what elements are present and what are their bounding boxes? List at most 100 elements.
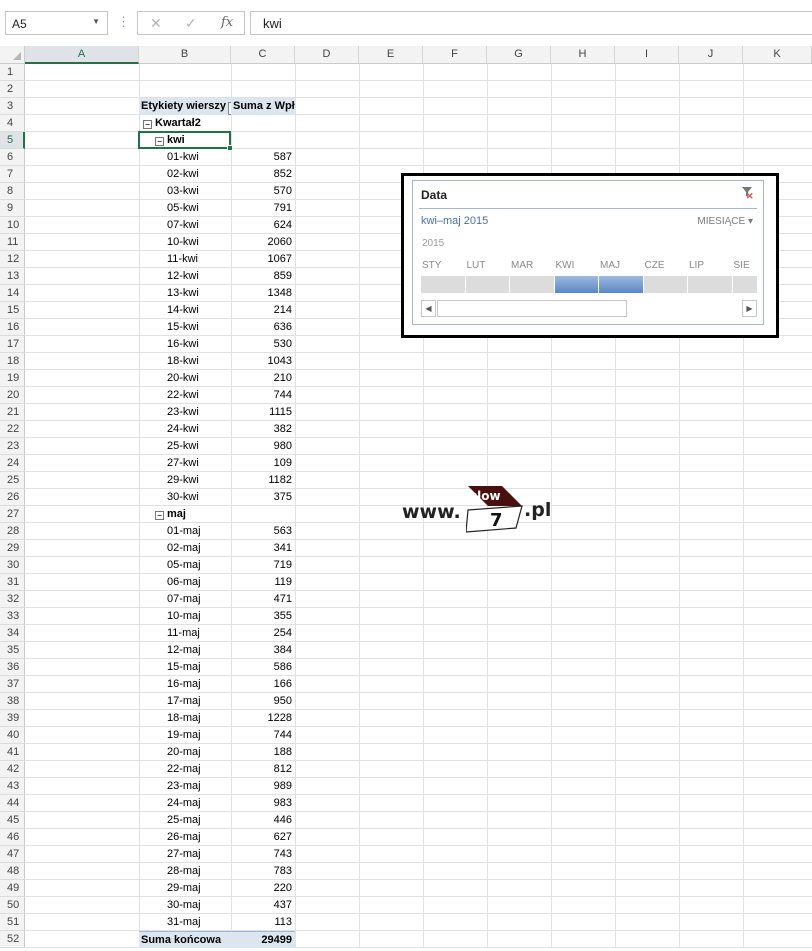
pivot-value-cell[interactable]: 989 — [231, 778, 295, 795]
row-header-22[interactable]: 22 — [0, 421, 25, 438]
pivot-value-cell[interactable]: 1043 — [231, 353, 295, 370]
column-header-e[interactable]: E — [359, 46, 423, 64]
pivot-date-cell[interactable]: 30-kwi — [139, 489, 231, 506]
pivot-value-cell[interactable]: 2060 — [231, 234, 295, 251]
scroll-right-icon[interactable]: ▶ — [742, 300, 757, 317]
row-header-7[interactable]: 7 — [0, 166, 25, 183]
pivot-quarter-label[interactable]: − Kwartał2 — [139, 115, 231, 132]
row-header-36[interactable]: 36 — [0, 659, 25, 676]
row-header-19[interactable]: 19 — [0, 370, 25, 387]
pivot-date-cell[interactable]: 01-maj — [139, 523, 231, 540]
pivot-value-cell[interactable]: 587 — [231, 149, 295, 166]
row-header-9[interactable]: 9 — [0, 200, 25, 217]
pivot-date-cell[interactable]: 16-kwi — [139, 336, 231, 353]
pivot-date-cell[interactable]: 24-kwi — [139, 421, 231, 438]
chevron-down-icon[interactable]: ▼ — [92, 17, 100, 26]
row-header-14[interactable]: 14 — [0, 285, 25, 302]
pivot-value-cell[interactable]: 983 — [231, 795, 295, 812]
pivot-value-cell[interactable]: 355 — [231, 608, 295, 625]
pivot-value-cell[interactable]: 384 — [231, 642, 295, 659]
pivot-value-cell[interactable]: 636 — [231, 319, 295, 336]
row-header-18[interactable]: 18 — [0, 353, 25, 370]
pivot-value-cell[interactable]: 563 — [231, 523, 295, 540]
row-header-31[interactable]: 31 — [0, 574, 25, 591]
pivot-date-cell[interactable]: 25-maj — [139, 812, 231, 829]
column-header-b[interactable]: B — [139, 46, 231, 64]
pivot-date-cell[interactable]: 18-maj — [139, 710, 231, 727]
row-header-21[interactable]: 21 — [0, 404, 25, 421]
pivot-value-cell[interactable]: 744 — [231, 387, 295, 404]
row-header-32[interactable]: 32 — [0, 591, 25, 608]
pivot-date-cell[interactable]: 05-kwi — [139, 200, 231, 217]
row-header-17[interactable]: 17 — [0, 336, 25, 353]
column-header-k[interactable]: K — [743, 46, 812, 64]
column-header-g[interactable]: G — [487, 46, 551, 64]
row-header-49[interactable]: 49 — [0, 880, 25, 897]
pivot-value-cell[interactable]: 1067 — [231, 251, 295, 268]
row-header-16[interactable]: 16 — [0, 319, 25, 336]
row-header-33[interactable]: 33 — [0, 608, 25, 625]
slicer-month-tile[interactable] — [465, 276, 510, 293]
row-header-23[interactable]: 23 — [0, 438, 25, 455]
pivot-value-cell[interactable]: 812 — [231, 761, 295, 778]
row-header-52[interactable]: 52 — [0, 931, 25, 948]
pivot-value-cell[interactable]: 980 — [231, 438, 295, 455]
pivot-value-cell[interactable]: 1182 — [231, 472, 295, 489]
pivot-date-cell[interactable]: 26-maj — [139, 829, 231, 846]
pivot-value-cell[interactable]: 166 — [231, 676, 295, 693]
row-header-26[interactable]: 26 — [0, 489, 25, 506]
collapse-icon[interactable]: − — [143, 120, 152, 129]
slicer-month-tile[interactable] — [643, 276, 688, 293]
pivot-date-cell[interactable]: 24-maj — [139, 795, 231, 812]
pivot-value-cell[interactable]: 254 — [231, 625, 295, 642]
pivot-value-cell[interactable]: 375 — [231, 489, 295, 506]
row-header-34[interactable]: 34 — [0, 625, 25, 642]
pivot-value-cell[interactable]: 783 — [231, 863, 295, 880]
column-header-a[interactable]: A — [25, 46, 139, 64]
slicer-month-tile[interactable] — [599, 276, 644, 293]
pivot-date-cell[interactable]: 29-maj — [139, 880, 231, 897]
pivot-value-cell[interactable]: 791 — [231, 200, 295, 217]
pivot-value-cell[interactable]: 859 — [231, 268, 295, 285]
pivot-date-cell[interactable]: 22-maj — [139, 761, 231, 778]
pivot-date-cell[interactable]: 18-kwi — [139, 353, 231, 370]
row-header-37[interactable]: 37 — [0, 676, 25, 693]
pivot-date-cell[interactable]: 02-maj — [139, 540, 231, 557]
pivot-date-cell[interactable]: 03-kwi — [139, 183, 231, 200]
pivot-value-cell[interactable]: 220 — [231, 880, 295, 897]
row-header-44[interactable]: 44 — [0, 795, 25, 812]
row-header-11[interactable]: 11 — [0, 234, 25, 251]
row-header-45[interactable]: 45 — [0, 812, 25, 829]
pivot-date-cell[interactable]: 25-kwi — [139, 438, 231, 455]
pivot-date-cell[interactable]: 10-maj — [139, 608, 231, 625]
pivot-value-cell[interactable]: 437 — [231, 897, 295, 914]
row-header-15[interactable]: 15 — [0, 302, 25, 319]
pivot-date-cell[interactable]: 31-maj — [139, 914, 231, 931]
pivot-date-cell[interactable]: 20-maj — [139, 744, 231, 761]
row-header-13[interactable]: 13 — [0, 268, 25, 285]
pivot-date-cell[interactable]: 07-kwi — [139, 217, 231, 234]
row-header-4[interactable]: 4 — [0, 115, 25, 132]
pivot-value-cell[interactable]: 446 — [231, 812, 295, 829]
row-header-40[interactable]: 40 — [0, 727, 25, 744]
pivot-value-cell[interactable]: 744 — [231, 727, 295, 744]
pivot-value-cell[interactable]: 113 — [231, 914, 295, 931]
pivot-date-cell[interactable]: 15-kwi — [139, 319, 231, 336]
column-header-c[interactable]: C — [231, 46, 295, 64]
timeline-slicer[interactable]: Data ✕ kwi–maj 2015 MIESIĄCE ▾ 2015 STY L… — [412, 180, 764, 325]
pivot-date-cell[interactable]: 15-maj — [139, 659, 231, 676]
row-header-51[interactable]: 51 — [0, 914, 25, 931]
pivot-value-cell[interactable]: 341 — [231, 540, 295, 557]
scroll-left-icon[interactable]: ◀ — [421, 300, 436, 317]
collapse-icon[interactable]: − — [155, 511, 164, 520]
pivot-date-cell[interactable]: 22-kwi — [139, 387, 231, 404]
pivot-value-cell[interactable]: 1348 — [231, 285, 295, 302]
pivot-value-cell[interactable]: 471 — [231, 591, 295, 608]
more-options-icon[interactable]: ⋮ — [117, 14, 130, 30]
column-header-h[interactable]: H — [551, 46, 615, 64]
row-header-6[interactable]: 6 — [0, 149, 25, 166]
pivot-value-cell[interactable]: 214 — [231, 302, 295, 319]
pivot-date-cell[interactable]: 19-maj — [139, 727, 231, 744]
row-header-35[interactable]: 35 — [0, 642, 25, 659]
pivot-value-cell[interactable]: 188 — [231, 744, 295, 761]
